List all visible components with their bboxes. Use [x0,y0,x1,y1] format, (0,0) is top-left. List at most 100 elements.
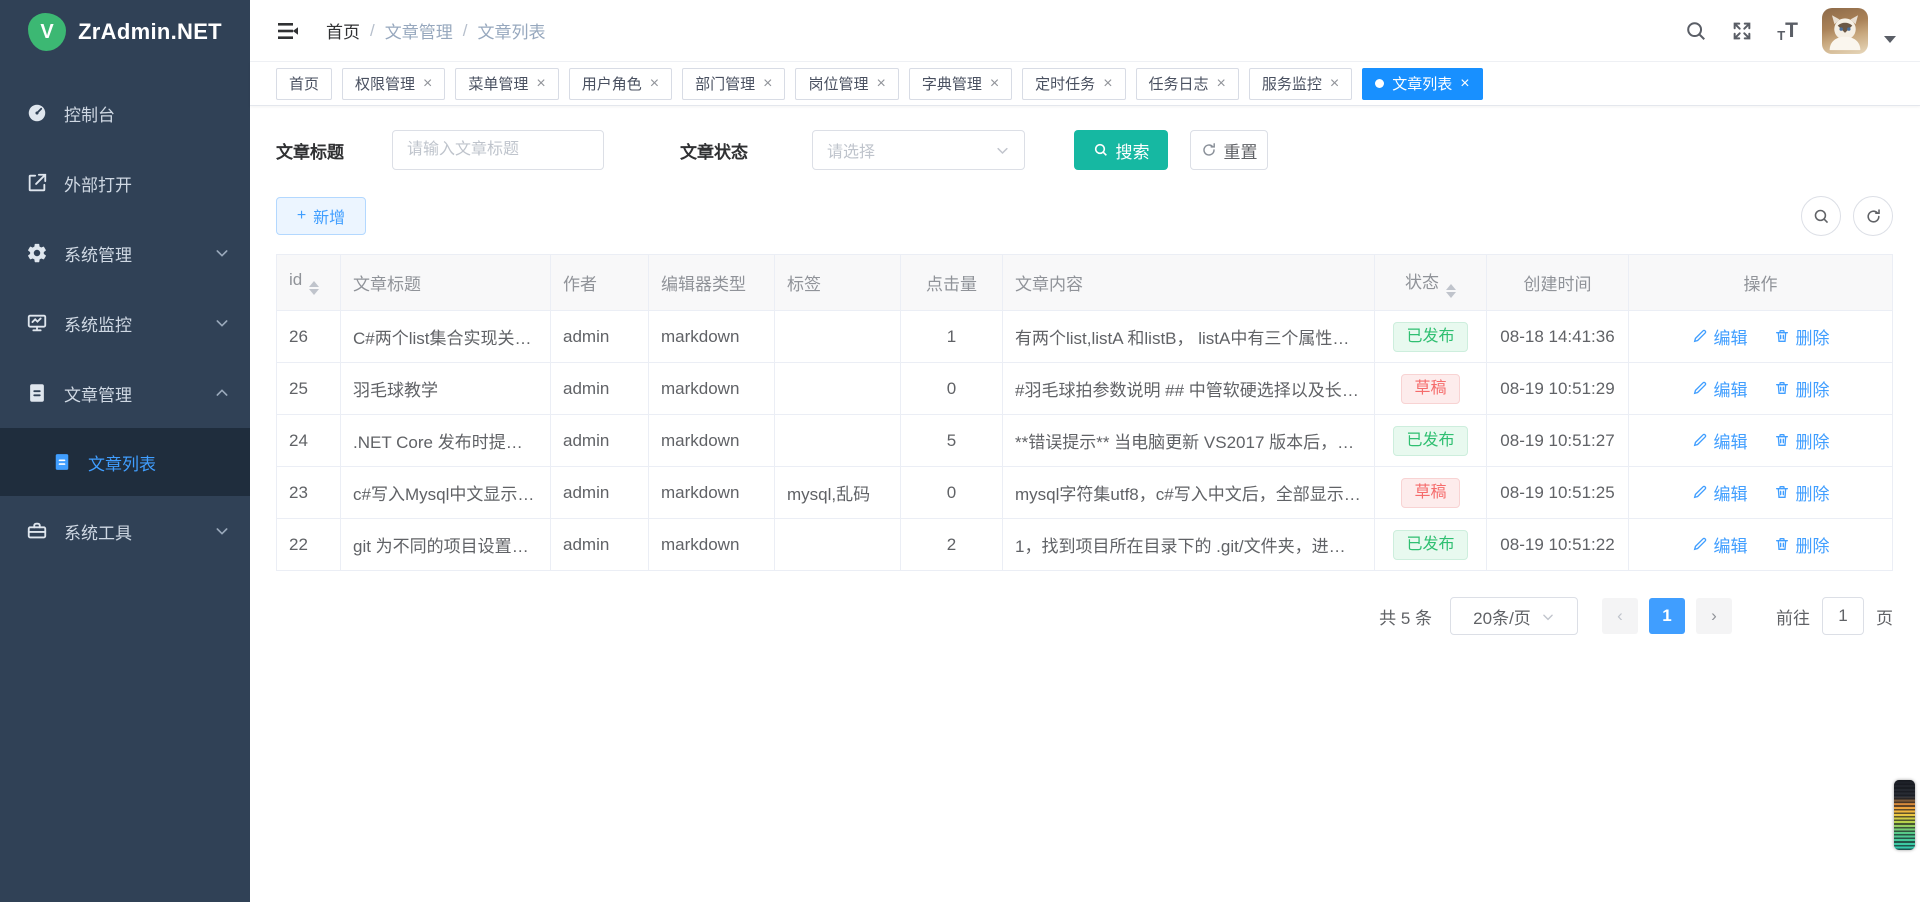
fullscreen-icon[interactable] [1731,20,1753,42]
article-content: #羽毛球拍参数说明 ## 中管软硬选择以及长度介... [1003,363,1375,415]
sidebar-item[interactable]: 外部打开 [0,148,250,218]
tab[interactable]: 服务监控× [1249,68,1352,100]
column-header[interactable]: 状态 [1375,255,1487,311]
edit-link-label: 编辑 [1714,324,1748,349]
edit-link[interactable]: 编辑 [1692,376,1748,401]
sidebar-item-label: 控制台 [64,101,230,126]
page-number-button[interactable]: 1 [1649,598,1685,634]
editor-type: markdown [649,415,775,467]
main-area: 首页/文章管理/文章列表 TT [250,0,1920,902]
font-size-icon[interactable]: TT [1777,19,1798,43]
edit-link[interactable]: 编辑 [1692,428,1748,453]
delete-link[interactable]: 删除 [1774,376,1830,401]
breadcrumb-item[interactable]: 首页 [326,18,360,43]
delete-link-label: 删除 [1796,480,1830,505]
goto-page-input[interactable] [1822,597,1864,635]
status-badge: 已发布 [1393,530,1467,560]
tab[interactable]: 字典管理× [909,68,1012,100]
filter-form: 文章标题 文章状态 请选择 搜索 重置 [276,130,1893,170]
sort-caret-icon[interactable] [309,281,319,295]
status-badge: 草稿 [1401,478,1459,508]
hit-count: 5 [901,415,1003,467]
user-menu-caret-icon[interactable] [1884,36,1896,43]
tab-close-icon[interactable]: × [1103,76,1112,92]
edit-link-label: 编辑 [1714,480,1748,505]
tab-close-icon[interactable]: × [423,76,432,92]
edit-link[interactable]: 编辑 [1692,532,1748,557]
title-filter-input[interactable] [392,130,604,170]
delete-link[interactable]: 删除 [1774,428,1830,453]
tab-close-icon[interactable]: × [1217,76,1226,92]
tab-close-icon[interactable]: × [763,76,772,92]
sidebar-collapse-icon[interactable] [276,19,300,43]
tab-close-icon[interactable]: × [536,76,545,92]
column-header: 文章内容 [1003,255,1375,311]
page-size-select[interactable]: 20条/页 [1450,597,1578,635]
tab[interactable]: 菜单管理× [455,68,558,100]
sidebar-item[interactable]: 系统管理 [0,218,250,288]
pencil-icon [1692,380,1708,396]
tab-close-icon[interactable]: × [1460,76,1469,92]
tab-close-icon[interactable]: × [990,76,999,92]
tab-close-icon[interactable]: × [1330,76,1339,92]
status-cell: 草稿 [1375,467,1487,519]
column-header[interactable]: id [277,255,341,311]
delete-link[interactable]: 删除 [1774,324,1830,349]
table-row: 25羽毛球教学adminmarkdown0#羽毛球拍参数说明 ## 中管软硬选择… [277,363,1893,415]
add-button[interactable]: + 新增 [276,197,366,235]
search-icon[interactable] [1685,20,1707,42]
editor-type: markdown [649,519,775,571]
tab[interactable]: 定时任务 × [1022,68,1125,100]
sidebar: V ZrAdmin.NET 控制台外部打开系统管理系统监控文章管理文章列表系统工… [0,0,250,902]
sidebar-item[interactable]: 系统工具 [0,496,250,566]
sort-caret-icon[interactable] [1446,284,1456,298]
toggle-search-button[interactable] [1801,196,1841,236]
sidebar-item-label: 系统管理 [64,241,214,266]
sidebar-subitem[interactable]: 文章列表 [0,428,250,496]
tab[interactable]: 权限管理× [342,68,445,100]
page-content: 文章标题 文章状态 请选择 搜索 重置 [250,106,1920,902]
refresh-button[interactable] [1853,196,1893,236]
monitor-icon [26,312,48,334]
column-header: 文章标题 [341,255,551,311]
table-toolbar: + 新增 [276,196,1893,236]
document-icon [52,452,72,472]
id: 26 [277,311,341,363]
tab[interactable]: 用户角色× [569,68,672,100]
toolbar-right [1801,196,1893,236]
delete-link[interactable]: 删除 [1774,480,1830,505]
tab[interactable]: 部门管理× [682,68,785,100]
scroll-progress-widget[interactable] [1894,780,1915,850]
column-header-label: 标签 [787,275,821,294]
tab[interactable]: 首页 [276,68,332,100]
tab[interactable]: 任务日志× [1136,68,1239,100]
next-page-button[interactable]: › [1696,598,1732,634]
reset-button[interactable]: 重置 [1190,130,1268,170]
sidebar-item[interactable]: 系统监控 [0,288,250,358]
delete-link[interactable]: 删除 [1774,532,1830,557]
sidebar-item[interactable]: 控制台 [0,78,250,148]
edit-link[interactable]: 编辑 [1692,480,1748,505]
status-cell: 草稿 [1375,363,1487,415]
logo-icon: V [28,13,66,51]
sidebar-item-label: 系统工具 [64,519,214,544]
created-time: 08-19 10:51:27 [1487,415,1629,467]
article-tags [775,311,901,363]
edit-link[interactable]: 编辑 [1692,324,1748,349]
status-cell: 已发布 [1375,519,1487,571]
prev-page-button[interactable]: ‹ [1602,598,1638,634]
chevron-up-icon [214,385,230,401]
article-title: .NET Core 发布时提示.NET... [341,415,551,467]
tab-label: 定时任务 [1035,73,1095,94]
tab-close-icon[interactable]: × [876,76,885,92]
status-filter-select[interactable]: 请选择 [812,130,1025,170]
avatar[interactable] [1822,8,1868,54]
search-button[interactable]: 搜索 [1074,130,1168,170]
tab[interactable]: 文章列表× [1362,68,1482,100]
toolbox-icon [26,520,48,542]
tab-close-icon[interactable]: × [650,76,659,92]
article-title: C#两个list集合实现关联，... [341,311,551,363]
sidebar-item[interactable]: 文章管理 [0,358,250,428]
delete-link-label: 删除 [1796,428,1830,453]
tab[interactable]: 岗位管理× [795,68,898,100]
